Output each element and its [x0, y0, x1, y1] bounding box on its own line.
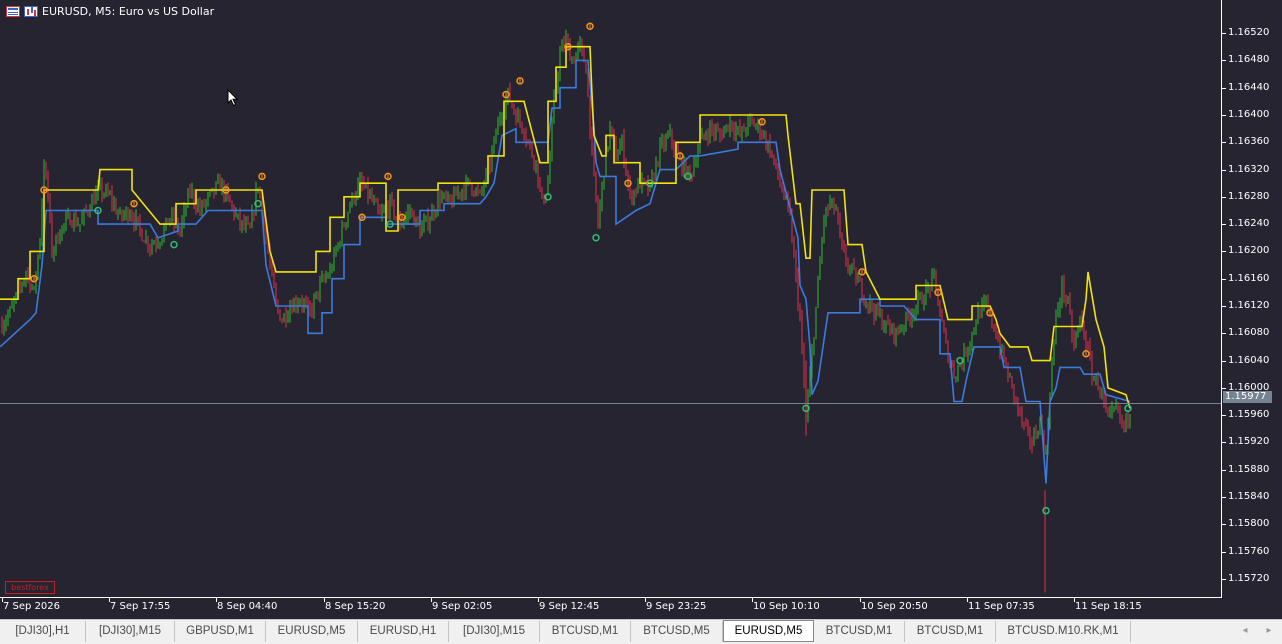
price-axis-label: 1.15920: [1228, 436, 1270, 447]
price-axis-tick: [1222, 361, 1226, 362]
price-axis-label: 1.16400: [1228, 109, 1270, 120]
upper-stop-line: [0, 45, 1131, 409]
price-axis-label: 1.16360: [1228, 136, 1270, 147]
price-axis-label: 1.16440: [1228, 82, 1270, 93]
price-axis-tick: [1222, 33, 1226, 34]
price-axis-label: 1.15800: [1228, 518, 1270, 529]
time-axis-label: 7 Sep 17:55: [110, 601, 171, 612]
buy-signal-marker: [1042, 506, 1050, 515]
price-axis-label: 1.16520: [1228, 27, 1270, 38]
price-axis-tick: [1222, 88, 1226, 89]
mouse-pointer-icon: [227, 88, 239, 111]
price-axis-label: 1.16280: [1228, 191, 1270, 202]
chart-title: EURUSD, M5: Euro vs US Dollar: [42, 4, 215, 18]
tabs-scroll-right-button[interactable]: ▸: [1262, 624, 1276, 638]
price-axis-label: 1.16200: [1228, 245, 1270, 256]
chart-tab[interactable]: GBPUSD,M1: [175, 621, 266, 642]
time-axis[interactable]: 7 Sep 2026 7 Sep 17:55 8 Sep 04:40 8 Sep 15…: [0, 598, 1222, 618]
chart-tab[interactable]: BTCUSD,M5: [631, 621, 723, 642]
chart-bars-icon[interactable]: [24, 5, 38, 17]
watermark-logo: bestforex: [5, 581, 55, 594]
time-axis-label: 7 Sep 2026: [3, 601, 61, 612]
chart-tab[interactable]: [DJI30],M15: [449, 621, 540, 642]
chart-plot-area[interactable]: [0, 0, 1222, 598]
price-axis-label: 1.16240: [1228, 218, 1270, 229]
time-axis-label: 9 Sep 02:05: [432, 601, 493, 612]
price-axis-label: 1.16080: [1228, 327, 1270, 338]
price-axis-label: 1.15880: [1228, 464, 1270, 475]
price-axis-label: 1.16480: [1228, 54, 1270, 65]
price-axis-label: 1.15840: [1228, 491, 1270, 502]
time-axis-label: 10 Sep 20:50: [861, 601, 928, 612]
price-axis-tick: [1222, 442, 1226, 443]
buy-signal-marker: [170, 240, 178, 249]
price-axis-tick: [1222, 579, 1226, 580]
one-click-trading-table-icon[interactable]: [6, 5, 20, 17]
time-axis-label: 8 Sep 15:20: [325, 601, 386, 612]
price-axis-label: 1.16160: [1228, 273, 1270, 284]
price-axis-tick: [1222, 251, 1226, 252]
chart-tab[interactable]: BTCUSD,M1: [905, 621, 996, 642]
chart-title-bar: EURUSD, M5: Euro vs US Dollar: [6, 3, 214, 19]
price-axis-label: 1.15960: [1228, 409, 1270, 420]
price-axis-tick: [1222, 60, 1226, 61]
lower-stop-line: [0, 59, 1131, 484]
chart-tab[interactable]: EURUSD,M5: [723, 620, 814, 642]
price-chart[interactable]: [0, 0, 1222, 598]
price-axis-tick: [1222, 224, 1226, 225]
price-axis-label: 1.16120: [1228, 300, 1270, 311]
chart-tab[interactable]: EURUSD,H1: [358, 621, 449, 642]
price-axis[interactable]: 1.16520 1.16480 1.16440 1.16400 1.16360 1.163…: [1222, 0, 1282, 598]
price-axis-tick: [1222, 115, 1226, 116]
price-axis-tick: [1222, 524, 1226, 525]
price-axis-label: 1.16320: [1228, 164, 1270, 175]
price-axis-tick: [1222, 470, 1226, 471]
price-axis-label: 1.15760: [1228, 546, 1270, 557]
price-axis-label: 1.15720: [1228, 573, 1270, 584]
chart-tab[interactable]: BTCUSD.M10.RK,M1: [996, 621, 1131, 642]
tabs-scroll-left-button[interactable]: ◂: [1238, 624, 1252, 638]
price-axis-tick: [1222, 388, 1226, 389]
chart-tabs-bar: ◂ ▸ [DJI30],H1 [DJI30],M15 GBPUSD,M1 EURUSD…: [0, 619, 1282, 644]
current-price-label: 1.15977: [1223, 391, 1272, 403]
price-axis-tick: [1222, 170, 1226, 171]
time-axis-label: 11 Sep 07:35: [968, 601, 1035, 612]
chart-tab[interactable]: [DJI30],M15: [86, 621, 175, 642]
buy-signal-marker: [592, 234, 600, 242]
price-axis-label: 1.16040: [1228, 355, 1270, 366]
chart-tab[interactable]: BTCUSD,M1: [814, 621, 905, 642]
time-axis-label: 9 Sep 23:25: [646, 601, 707, 612]
price-axis-tick: [1222, 279, 1226, 280]
chart-tab[interactable]: EURUSD,M5: [266, 621, 358, 642]
chart-tab[interactable]: BTCUSD,M1: [540, 621, 631, 642]
price-axis-tick: [1222, 415, 1226, 416]
time-axis-label: 8 Sep 04:40: [217, 601, 278, 612]
time-axis-label: 9 Sep 12:45: [539, 601, 600, 612]
time-axis-label: 10 Sep 10:10: [753, 601, 820, 612]
price-axis-tick: [1222, 497, 1226, 498]
price-axis-tick: [1222, 333, 1226, 334]
price-axis-tick: [1222, 306, 1226, 307]
price-axis-tick: [1222, 552, 1226, 553]
price-axis-tick: [1222, 142, 1226, 143]
price-axis-tick: [1222, 197, 1226, 198]
time-axis-label: 11 Sep 18:15: [1075, 601, 1142, 612]
chart-tab[interactable]: [DJI30],H1: [0, 621, 86, 642]
